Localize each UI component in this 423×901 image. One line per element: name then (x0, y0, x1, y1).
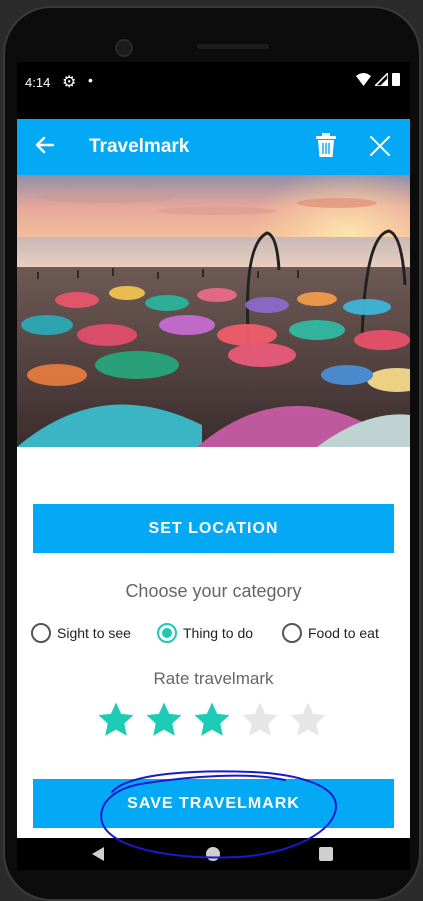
trash-icon[interactable] (315, 132, 337, 158)
status-icons (356, 73, 400, 86)
save-travelmark-button[interactable]: SAVE TRAVELMARK (33, 779, 394, 828)
nav-home-icon[interactable] (206, 847, 220, 861)
category-option-label: Food to eat (308, 625, 379, 641)
system-nav-bar (17, 838, 410, 870)
screen: 4:14 ⚙ • Travelmark SET LOCATION Choose … (17, 62, 410, 870)
page-title: Travelmark (89, 136, 190, 157)
radio-unchecked-icon[interactable] (31, 623, 51, 643)
front-camera (115, 39, 133, 57)
battery-icon (392, 73, 400, 86)
status-time: 4:14 (25, 75, 51, 90)
rating-bar[interactable] (96, 700, 328, 740)
category-option-food[interactable]: Food to eat (282, 623, 379, 643)
star-icon[interactable] (288, 700, 328, 740)
star-icon[interactable] (144, 700, 184, 740)
back-arrow-icon[interactable] (33, 133, 57, 157)
category-prompt: Choose your category (125, 581, 302, 601)
close-icon[interactable] (369, 135, 391, 157)
category-option-label: Sight to see (57, 625, 131, 641)
app-bar: Travelmark (17, 119, 410, 175)
category-option-label: Thing to do (183, 625, 254, 641)
status-bar: 4:14 ⚙ • (17, 62, 410, 119)
nav-back-icon[interactable] (90, 846, 106, 862)
radio-unchecked-icon[interactable] (282, 623, 302, 643)
speaker-grille (197, 44, 269, 49)
notification-dot-icon: • (88, 72, 93, 88)
travelmark-photo (17, 175, 410, 447)
rating-prompt: Rate travelmark (153, 669, 274, 688)
nav-recents-icon[interactable] (319, 847, 333, 861)
wifi-icon (356, 73, 371, 86)
gear-icon: ⚙ (62, 74, 77, 91)
category-option-thing[interactable]: Thing to do (157, 623, 253, 643)
star-icon[interactable] (96, 700, 136, 740)
signal-icon (375, 73, 388, 86)
star-icon[interactable] (240, 700, 280, 740)
set-location-button[interactable]: SET LOCATION (33, 504, 394, 553)
radio-checked-icon[interactable] (157, 623, 177, 643)
category-radio-group: Sight to see Thing to do Food to eat (17, 623, 410, 647)
category-option-sight[interactable]: Sight to see (31, 623, 131, 643)
star-icon[interactable] (192, 700, 232, 740)
